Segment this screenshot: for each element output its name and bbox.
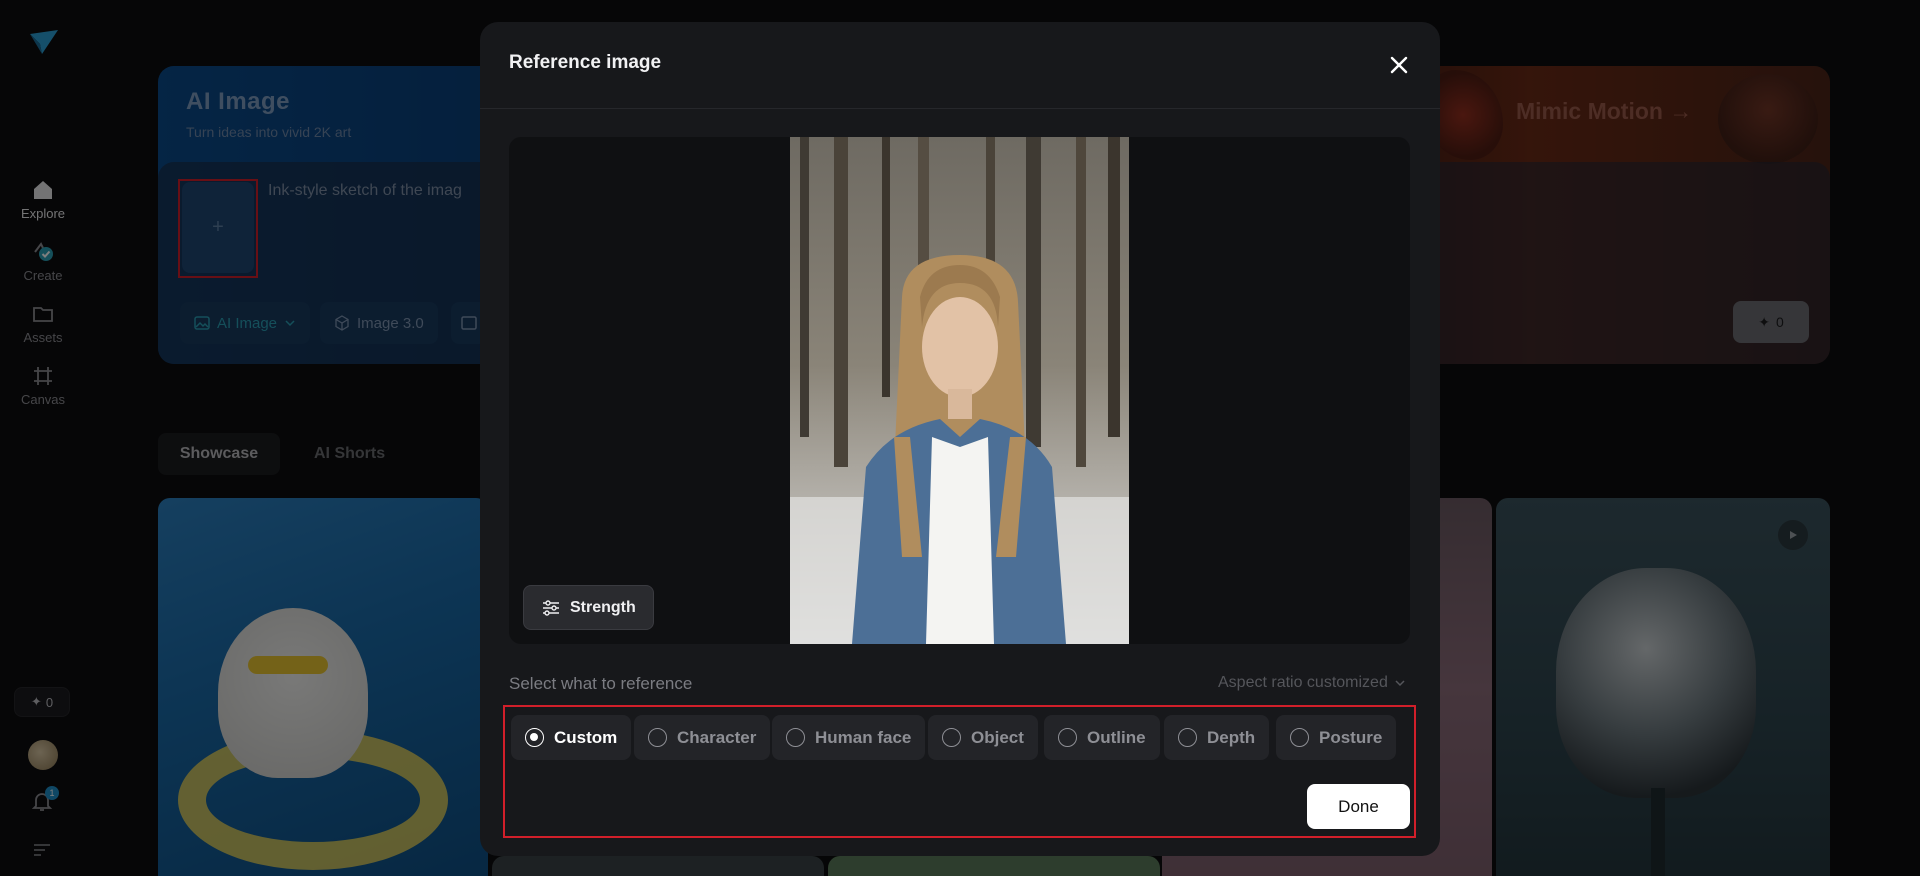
dialog-title: Reference image (509, 52, 662, 73)
reference-photo (790, 137, 1129, 644)
option-label: Object (971, 727, 1024, 747)
radio-icon (1058, 728, 1077, 747)
reference-type-label: Select what to reference (509, 674, 693, 693)
reference-image-dialog: Reference image Strength Select what to … (480, 22, 1440, 856)
option-label: Depth (1207, 727, 1256, 747)
option-depth[interactable]: Depth (1164, 715, 1270, 760)
aspect-ratio-dropdown[interactable]: Aspect ratio customized (1218, 674, 1406, 692)
radio-icon (1290, 728, 1309, 747)
close-icon[interactable] (1386, 52, 1412, 78)
option-label: Outline (1087, 727, 1146, 747)
dialog-header: Reference image (480, 22, 1440, 109)
strength-button[interactable]: Strength (523, 585, 654, 630)
option-label: Character (677, 727, 757, 747)
radio-icon (1178, 728, 1197, 747)
strength-label: Strength (570, 598, 636, 616)
option-outline[interactable]: Outline (1044, 715, 1160, 760)
option-human-face[interactable]: Human face (772, 715, 926, 760)
option-label: Human face (815, 727, 912, 747)
sliders-icon (543, 599, 559, 616)
option-posture[interactable]: Posture (1276, 715, 1397, 760)
option-label: Posture (1319, 727, 1383, 747)
aspect-ratio-label: Aspect ratio customized (1218, 674, 1388, 691)
option-character[interactable]: Character (634, 715, 771, 760)
image-preview: Strength (509, 137, 1410, 644)
chevron-down-icon (1395, 680, 1405, 687)
option-label: Custom (554, 727, 618, 747)
done-button[interactable]: Done (1307, 784, 1410, 829)
radio-icon (786, 728, 805, 747)
radio-icon (648, 728, 667, 747)
radio-icon (942, 728, 961, 747)
radio-selected-icon (525, 728, 544, 747)
option-object[interactable]: Object (928, 715, 1038, 760)
option-custom[interactable]: Custom (511, 715, 632, 760)
